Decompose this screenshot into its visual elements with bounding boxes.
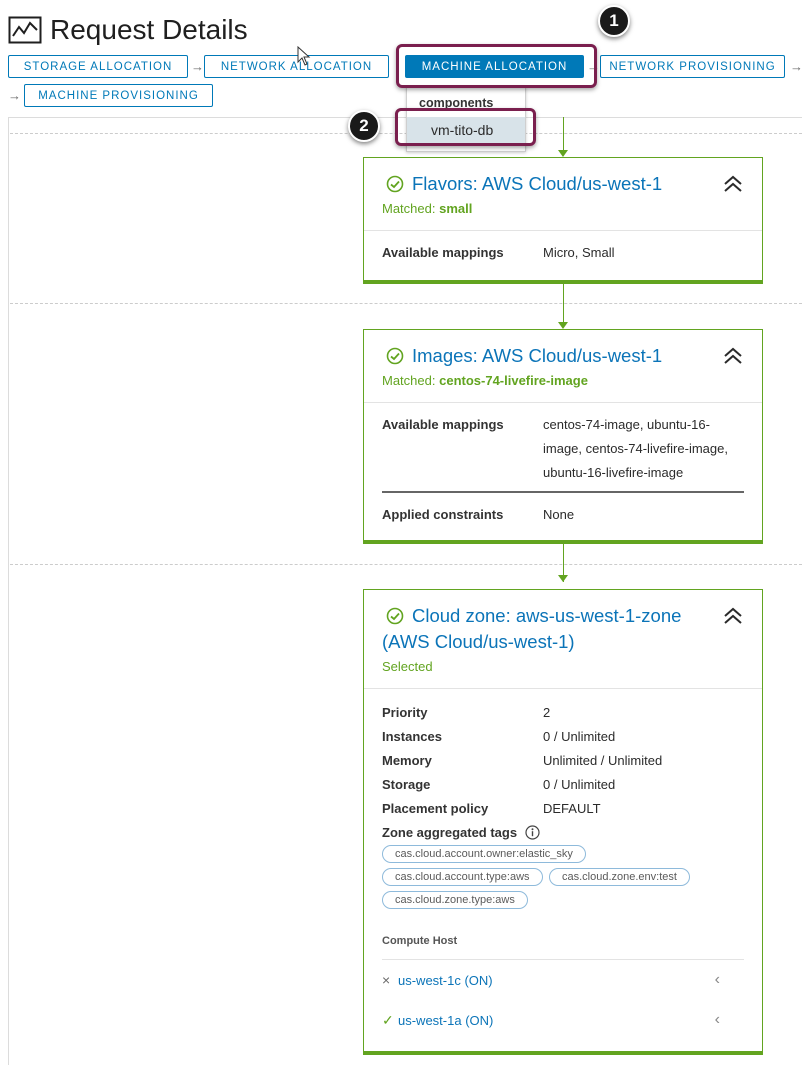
divider [10,303,802,304]
row-key: Available mappings [382,417,504,432]
tag-pill: cas.cloud.zone.type:aws [382,891,528,909]
zone-tags: cas.cloud.account.owner:elastic_sky cas.… [382,844,732,913]
row-value: 2 [543,705,551,720]
collapse-icon[interactable] [722,346,744,366]
collapse-icon[interactable] [722,174,744,194]
connector-arrow-icon [558,575,568,582]
row-key: Instances [382,729,442,744]
selected-status: Selected [382,659,433,674]
annotation-badge-1: 1 [598,5,630,37]
row-key: Memory [382,753,432,768]
connector-arrow-icon [558,322,568,329]
matched-label: Matched: [382,201,436,216]
zone-tags-label-row: Zone aggregated tags [382,825,744,840]
step-network-provisioning[interactable]: NETWORK PROVISIONING [600,55,785,78]
cloud-zone-card: Cloud zone: aws-us-west-1-zone (AWS Clou… [363,589,763,1055]
matched-label: Matched: [382,373,436,388]
available-mappings-row: Available mappings centos-74-image, ubun… [382,413,744,485]
row-key: Placement policy [382,801,489,816]
row-value: DEFAULT [543,801,601,816]
page-header: Request Details [8,14,248,46]
check-icon: ✓ [382,1011,394,1028]
check-circle-icon [386,175,404,193]
x-icon: × [382,972,391,988]
connector-line [563,284,564,322]
step-arrow-icon: → [790,59,802,74]
storage-row: Storage 0 / Unlimited [382,773,744,797]
annotation-badge-2: 2 [348,110,380,142]
compute-host-row[interactable]: ✓ us-west-1a (ON) ‹ [382,1000,744,1040]
check-circle-icon [386,607,404,625]
row-value: None [543,507,575,522]
connector-line [563,117,564,150]
row-key: Storage [382,777,431,792]
compute-host-row[interactable]: × us-west-1c (ON) ‹ [382,960,744,1000]
compute-host-label: Compute Host [382,935,458,947]
info-icon[interactable] [525,825,540,840]
matched-value: small [439,201,473,216]
row-key: Available mappings [382,245,504,260]
tag-pill: cas.cloud.zone.env:test [548,868,690,886]
images-card-title: Images: AWS Cloud/us-west-1 [412,345,663,366]
cloud-zone-card-title: Cloud zone: aws-us-west-1-zone (AWS Clou… [382,605,682,652]
placement-policy-row: Placement policy DEFAULT [382,797,744,821]
row-value: 0 / Unlimited [543,729,616,744]
row-value: Micro, Small [543,245,615,260]
instances-row: Instances 0 / Unlimited [382,725,744,749]
tag-pill: cas.cloud.account.type:aws [382,868,543,886]
collapse-icon[interactable] [722,606,744,626]
priority-row: Priority 2 [382,701,744,725]
images-card: Images: AWS Cloud/us-west-1 Matched: cen… [363,329,763,544]
row-key: Applied constraints [382,507,504,522]
chevron-left-icon[interactable]: ‹ [715,1011,720,1029]
chevron-left-icon[interactable]: ‹ [715,971,720,989]
step-arrow-icon: → [191,59,204,74]
tag-pill: cas.cloud.account.owner:elastic_sky [382,845,586,863]
activity-chart-icon [8,16,42,44]
annotation-highlight-2 [395,108,536,146]
row-value: 0 / Unlimited [543,777,616,792]
flavors-card-title: Flavors: AWS Cloud/us-west-1 [412,173,663,194]
page-title: Request Details [50,14,248,45]
matched-status: Matched: centos-74-livefire-image [382,373,744,388]
row-value: Unlimited / Unlimited [543,753,663,768]
mouse-pointer-icon [297,46,311,66]
divider [10,564,802,565]
matched-value: centos-74-livefire-image [439,373,588,388]
available-mappings-row: Available mappings Micro, Small [382,245,744,261]
matched-status: Matched: small [382,201,744,216]
host-name: us-west-1a (ON) [398,1012,494,1028]
flavors-card: Flavors: AWS Cloud/us-west-1 Matched: sm… [363,157,763,284]
check-circle-icon [386,347,404,365]
applied-constraints-row: Applied constraints None [382,507,744,523]
zone-tags-label: Zone aggregated tags [382,825,518,840]
annotation-highlight-1 [396,44,597,88]
memory-row: Memory Unlimited / Unlimited [382,749,744,773]
connector-arrow-icon [558,150,568,157]
row-value: centos-74-image, ubuntu-16-image, centos… [543,417,728,480]
host-name: us-west-1c (ON) [398,972,493,988]
step-machine-provisioning[interactable]: MACHINE PROVISIONING [24,84,213,107]
step-arrow-icon: → [8,88,21,103]
step-storage-allocation[interactable]: STORAGE ALLOCATION [8,55,188,78]
row-key: Priority [382,705,428,720]
